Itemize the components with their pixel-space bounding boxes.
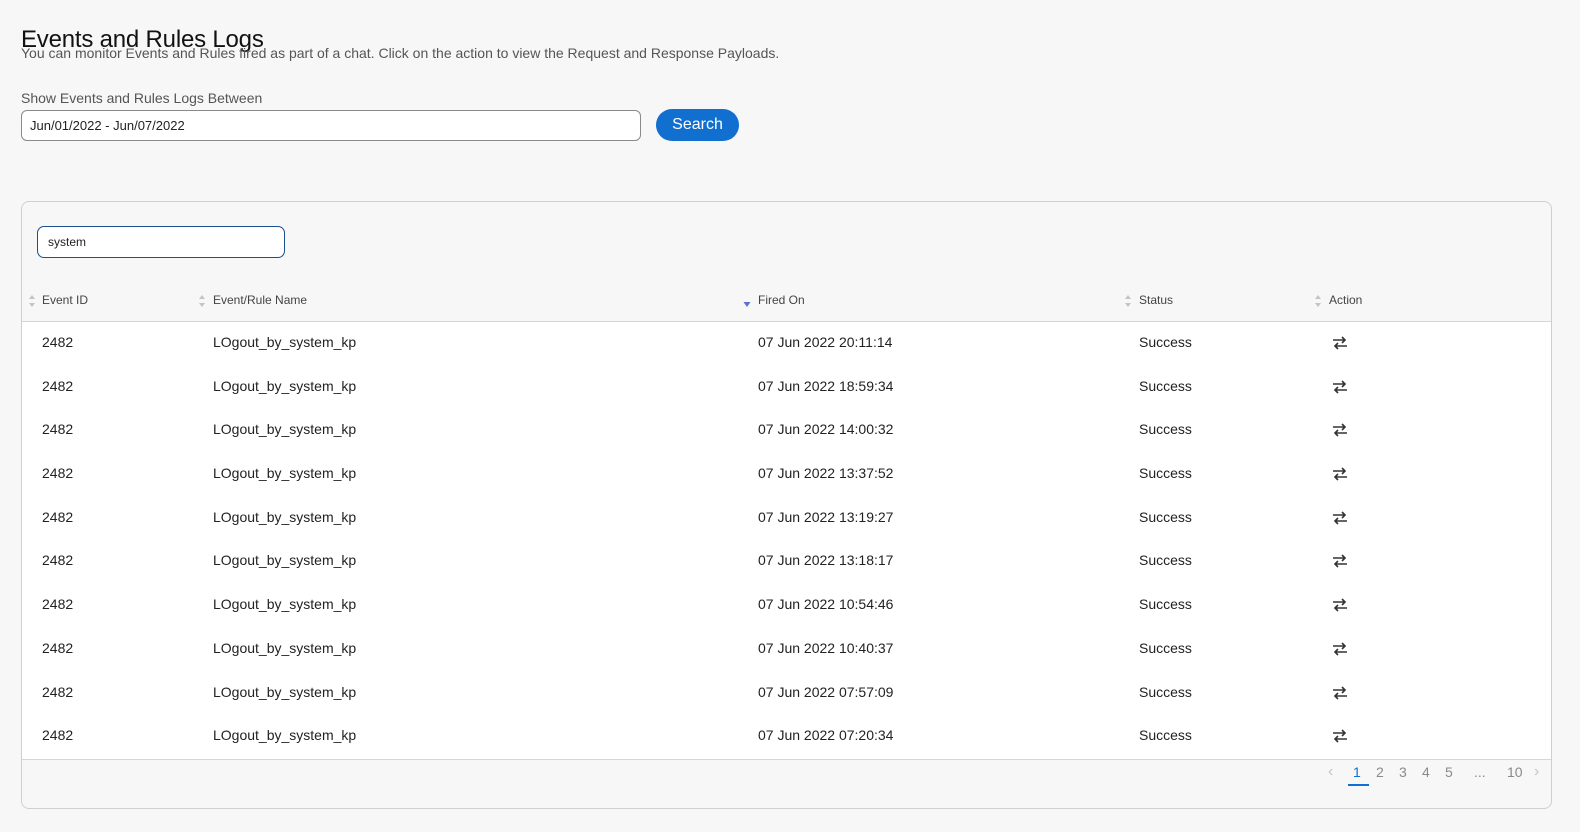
table-row: 2482 LOgout_by_system_kp 07 Jun 2022 13:19… — [22, 497, 1551, 541]
table-header: Event ID Event/Rule Name Fired On Status… — [22, 282, 1551, 322]
status-cell: Success — [1139, 465, 1192, 482]
table-row: 2482 LOgout_by_system_kp 07 Jun 2022 18:59… — [22, 366, 1551, 410]
event-id-cell: 2482 — [42, 334, 74, 350]
date-range-input[interactable] — [21, 110, 641, 141]
event-id-cell: 2482 — [42, 465, 74, 482]
event-id-cell: 2482 — [42, 683, 74, 700]
page-ellipsis: ... — [1474, 764, 1486, 780]
active-page-indicator — [1348, 784, 1369, 786]
swap-arrows-icon[interactable] — [1332, 642, 1348, 656]
event-rule-name-cell: LOgout_by_system_kp — [213, 377, 357, 394]
table-row: 2482 LOgout_by_system_kp 07 Jun 2022 10:54… — [22, 584, 1551, 628]
sort-icon[interactable] — [1314, 294, 1322, 308]
page-link[interactable]: 4 — [1422, 764, 1430, 780]
swap-arrows-icon[interactable] — [1332, 423, 1348, 437]
swap-arrows-icon[interactable] — [1332, 380, 1348, 394]
fired-on-cell: 07 Jun 2022 13:37:52 — [758, 465, 894, 482]
event-rule-name-cell: LOgout_by_system_kp — [213, 727, 357, 744]
event-id-cell: 2482 — [42, 377, 74, 394]
status-cell: Success — [1139, 727, 1192, 744]
column-header-status[interactable]: Status — [1139, 293, 1173, 307]
table-row: 2482 LOgout_by_system_kp 07 Jun 2022 07:20… — [22, 715, 1551, 759]
event-id-cell: 2482 — [42, 596, 74, 613]
page-link[interactable]: 5 — [1445, 764, 1453, 780]
fired-on-cell: 07 Jun 2022 10:40:37 — [758, 639, 894, 656]
event-id-cell: 2482 — [42, 508, 74, 525]
event-id-cell: 2482 — [42, 639, 74, 656]
column-header-event-id[interactable]: Event ID — [42, 293, 88, 307]
sort-descending-icon[interactable] — [743, 294, 751, 308]
previous-page-icon[interactable]: ‹ — [1328, 763, 1333, 781]
swap-arrows-icon[interactable] — [1332, 467, 1348, 481]
swap-arrows-icon[interactable] — [1332, 685, 1348, 700]
event-rule-name-cell: LOgout_by_system_kp — [213, 508, 357, 525]
event-id-cell: 2482 — [42, 727, 74, 744]
fired-on-cell: 07 Jun 2022 13:18:17 — [758, 552, 894, 569]
status-cell: Success — [1139, 683, 1192, 700]
event-rule-name-cell: LOgout_by_system_kp — [213, 596, 357, 613]
next-page-icon[interactable]: › — [1534, 763, 1539, 781]
logs-table-panel: Event ID Event/Rule Name Fired On Status… — [21, 201, 1552, 809]
event-rule-name-cell: LOgout_by_system_kp — [213, 552, 357, 569]
swap-arrows-icon[interactable] — [1332, 336, 1348, 350]
swap-arrows-icon[interactable] — [1332, 729, 1348, 743]
fired-on-cell: 07 Jun 2022 07:20:34 — [758, 727, 894, 744]
table-row: 2482 LOgout_by_system_kp 07 Jun 2022 10:40… — [22, 628, 1551, 672]
status-cell: Success — [1139, 639, 1192, 656]
column-header-action[interactable]: Action — [1329, 293, 1362, 307]
fired-on-cell: 07 Jun 2022 20:11:14 — [758, 334, 893, 350]
event-rule-name-cell: LOgout_by_system_kp — [213, 683, 357, 700]
event-id-cell: 2482 — [42, 552, 74, 569]
status-cell: Success — [1139, 421, 1192, 438]
page-link[interactable]: 2 — [1376, 764, 1384, 780]
sort-icon[interactable] — [198, 294, 206, 308]
table-filter-input[interactable] — [37, 226, 285, 258]
search-button[interactable]: Search — [656, 109, 739, 141]
sort-icon[interactable] — [1124, 294, 1132, 308]
swap-arrows-icon[interactable] — [1332, 554, 1348, 569]
event-rule-name-cell: LOgout_by_system_kp — [213, 465, 357, 482]
table-row: 2482 LOgout_by_system_kp 07 Jun 2022 07:57… — [22, 672, 1551, 716]
fired-on-cell: 07 Jun 2022 10:54:46 — [758, 596, 894, 613]
table-row: 2482 LOgout_by_system_kp 07 Jun 2022 14:00… — [22, 409, 1551, 453]
status-cell: Success — [1139, 377, 1192, 394]
table-row: 2482 LOgout_by_system_kp 07 Jun 2022 13:37… — [22, 453, 1551, 497]
status-cell: Success — [1139, 508, 1192, 525]
page-link[interactable]: 1 — [1353, 764, 1361, 780]
fired-on-cell: 07 Jun 2022 14:00:32 — [758, 421, 894, 438]
page-link[interactable]: 10 — [1507, 764, 1523, 780]
table-row: 2482 LOgout_by_system_kp 07 Jun 2022 13:18… — [22, 540, 1551, 584]
table-footer: ‹ 1 2 3 4 5 ... 10 › — [22, 759, 1551, 808]
event-rule-name-cell: LOgout_by_system_kp — [213, 334, 357, 350]
event-rule-name-cell: LOgout_by_system_kp — [213, 639, 357, 656]
column-header-fired-on[interactable]: Fired On — [758, 293, 805, 307]
sort-icon[interactable] — [28, 294, 36, 308]
swap-arrows-icon[interactable] — [1332, 511, 1348, 525]
swap-arrows-icon[interactable] — [1332, 598, 1348, 612]
page-subtitle: You can monitor Events and Rules fired a… — [21, 45, 780, 61]
fired-on-cell: 07 Jun 2022 18:59:34 — [758, 377, 894, 394]
event-id-cell: 2482 — [42, 421, 74, 438]
table-body: 2482 LOgout_by_system_kp 07 Jun 2022 20:11… — [22, 322, 1551, 759]
page-link[interactable]: 3 — [1399, 764, 1407, 780]
status-cell: Success — [1139, 552, 1192, 569]
column-header-event-rule-name[interactable]: Event/Rule Name — [213, 293, 307, 307]
date-range-label: Show Events and Rules Logs Between — [21, 90, 263, 106]
fired-on-cell: 07 Jun 2022 07:57:09 — [758, 683, 894, 700]
status-cell: Success — [1139, 334, 1192, 350]
table-row: 2482 LOgout_by_system_kp 07 Jun 2022 20:11… — [22, 322, 1551, 366]
fired-on-cell: 07 Jun 2022 13:19:27 — [758, 508, 894, 525]
status-cell: Success — [1139, 596, 1192, 613]
event-rule-name-cell: LOgout_by_system_kp — [213, 421, 357, 438]
